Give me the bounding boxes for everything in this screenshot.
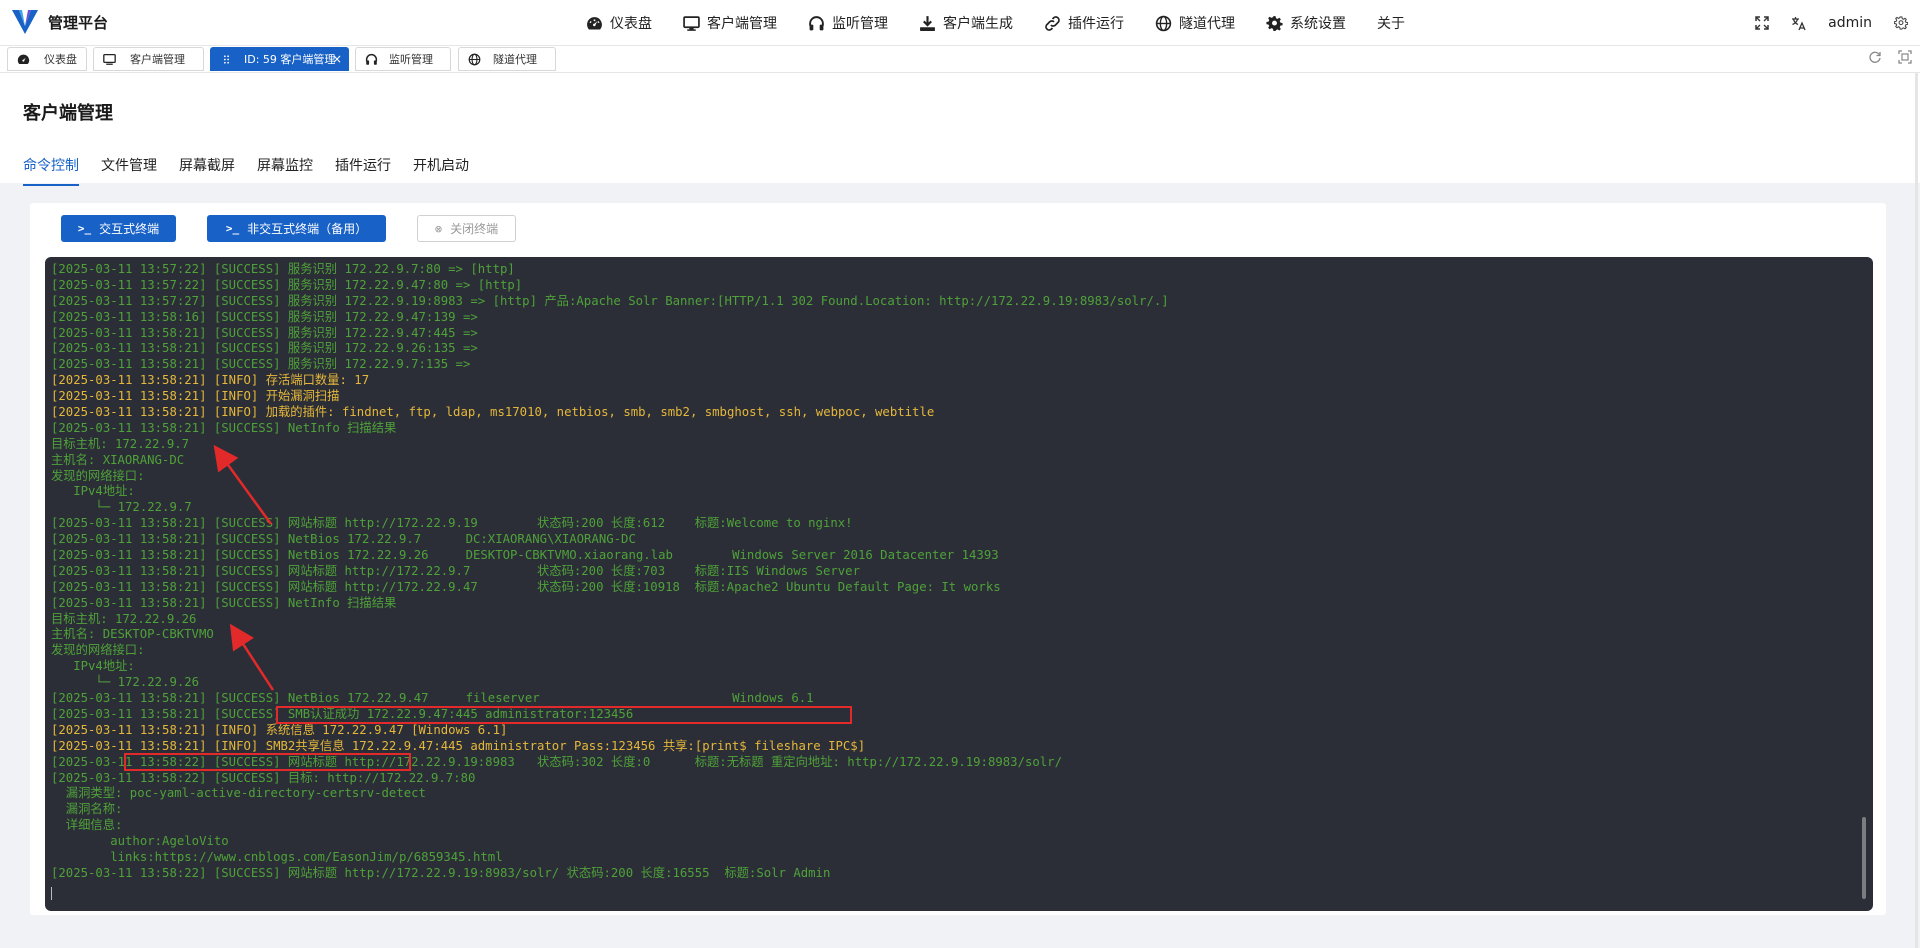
terminal-icon: >_	[225, 222, 240, 235]
terminal-line: 主机名: DESKTOP-CBKTVMO	[51, 627, 214, 642]
subtab-file-management[interactable]: 文件管理	[101, 155, 157, 186]
page-header: 客户端管理 命令控制 文件管理 屏幕截屏 屏幕监控 插件运行 开机启动	[0, 73, 1920, 186]
logo-icon	[12, 10, 38, 34]
terminal-line: 发现的网络接口:	[51, 468, 145, 483]
maximize-icon[interactable]	[1898, 50, 1912, 64]
subtab-plugin-run[interactable]: 插件运行	[335, 155, 391, 186]
monitor-icon	[683, 15, 700, 31]
terminal-line: [2025-03-11 13:58:21] [SUCCESS] NetBios …	[51, 548, 999, 563]
terminal-line: [2025-03-11 13:58:21] [SUCCESS] NetBios …	[51, 691, 814, 706]
terminal-line: [2025-03-11 13:58:21] [SUCCESS] NetInfo …	[51, 420, 397, 435]
tabs-tools	[1852, 50, 1912, 64]
globe-icon	[1155, 15, 1172, 31]
terminal-line: 目标主机: 172.22.9.26	[51, 611, 197, 626]
globe-icon	[468, 53, 481, 65]
download-icon	[920, 15, 935, 31]
nav-listener-management[interactable]: 监听管理	[808, 13, 888, 33]
terminal-line: [2025-03-11 13:58:21] [INFO] 开始漏洞扫描	[51, 389, 340, 404]
nav-client-generate[interactable]: 客户端生成	[919, 13, 1013, 33]
nav-plugin-run[interactable]: 插件运行	[1044, 13, 1124, 33]
app-logo[interactable]: 管理平台	[12, 10, 108, 34]
dashboard-icon	[17, 54, 30, 64]
terminal-line: [2025-03-11 13:58:21] [SUCCESS] 服务识别 172…	[51, 341, 478, 356]
terminal-line: [2025-03-11 13:58:21] [SUCCESS] NetBios …	[51, 532, 636, 547]
terminal-line: [2025-03-11 13:57:22] [SUCCESS] 服务识别 172…	[51, 277, 523, 292]
translate-icon[interactable]	[1791, 16, 1806, 31]
refresh-icon[interactable]	[1868, 50, 1882, 64]
terminal-line: [2025-03-11 13:58:16] [SUCCESS] 服务识别 172…	[51, 309, 478, 324]
interactive-terminal-button[interactable]: >_ 交互式终端	[61, 215, 176, 242]
terminal-line: └─ 172.22.9.7	[51, 500, 192, 515]
tab-client-management[interactable]: 客户端管理	[93, 47, 204, 71]
top-bar: 管理平台 仪表盘 客户端管理 监听管理 客户端生成 插件运行 隧道代理 系统设置…	[0, 0, 1920, 46]
nav-dashboard[interactable]: 仪表盘	[586, 13, 652, 33]
terminal-line: [2025-03-11 13:57:22] [SUCCESS] 服务识别 172…	[51, 262, 515, 276]
terminal-line: [2025-03-11 13:58:22] [SUCCESS] 网站标题 htt…	[51, 865, 831, 880]
tab-dashboard[interactable]: 仪表盘	[7, 47, 87, 71]
fullscreen-icon[interactable]	[1755, 16, 1769, 30]
tabs-bar: 仪表盘 客户端管理 ID: 59 客户端管理 × 监听管理 隧道代理	[0, 46, 1920, 73]
terminal-line: [2025-03-11 13:58:21] [SUCCESS] 网站标题 htt…	[51, 516, 853, 531]
subtab-startup[interactable]: 开机启动	[413, 155, 469, 186]
headphones-icon	[809, 15, 824, 30]
noninteractive-terminal-button[interactable]: >_ 非交互式终端（备用）	[207, 215, 386, 242]
subtab-screen-monitor[interactable]: 屏幕监控	[257, 155, 313, 186]
user-name[interactable]: admin	[1828, 15, 1872, 31]
terminal-line: author:AgeloVito	[51, 834, 229, 849]
terminal-line: IPv4地址:	[51, 659, 135, 674]
terminal-line: [2025-03-11 13:58:21] [INFO] 存活端口数量: 17	[51, 373, 370, 388]
page-title: 客户端管理	[23, 103, 113, 124]
nav-client-management[interactable]: 客户端管理	[683, 13, 777, 33]
close-terminal-button[interactable]: ⊗ 关闭终端	[417, 215, 516, 242]
subtab-screenshot[interactable]: 屏幕截屏	[179, 155, 235, 186]
terminal-line: [2025-03-11 13:57:27] [SUCCESS] 服务识别 172…	[51, 293, 1169, 308]
app-title: 管理平台	[48, 13, 109, 32]
link-icon	[1045, 15, 1060, 31]
terminal-line: [2025-03-11 13:58:21] [SUCCESS] 网站标题 htt…	[51, 579, 1001, 594]
top-nav: 仪表盘 客户端管理 监听管理 客户端生成 插件运行 隧道代理 系统设置 关于	[586, 0, 1436, 46]
nav-about[interactable]: 关于	[1377, 13, 1405, 33]
terminal-icon: >_	[77, 222, 92, 235]
tab-tunnel-proxy[interactable]: 隧道代理	[458, 47, 556, 71]
terminal-line: [2025-03-11 13:58:21] [INFO] 系统信息 172.22…	[51, 722, 508, 737]
terminal-line: 目标主机: 172.22.9.7	[51, 436, 190, 451]
subtab-command-control[interactable]: 命令控制	[23, 155, 79, 186]
terminal-lines: [2025-03-11 13:57:22] [SUCCESS] 服务识别 172…	[51, 262, 1859, 882]
gear-icon	[1266, 15, 1283, 31]
tab-close-button[interactable]: ×	[332, 52, 342, 66]
monitor-icon	[103, 53, 116, 65]
terminal-line: 发现的网络接口:	[51, 643, 145, 658]
settings-gear-icon[interactable]	[1894, 16, 1908, 30]
terminal-line: [2025-03-11 13:58:21] [SUCCESS] 服务识别 172…	[51, 357, 471, 372]
terminal-line: 主机名: XIAORANG-DC	[51, 452, 185, 467]
tab-client-59[interactable]: ID: 59 客户端管理 ×	[210, 47, 349, 71]
nav-system-settings[interactable]: 系统设置	[1266, 13, 1346, 33]
dashboard-icon	[587, 16, 602, 29]
top-right-tools: admin	[1733, 0, 1908, 46]
terminal-output[interactable]: [2025-03-11 13:57:22] [SUCCESS] 服务识别 172…	[45, 257, 1873, 911]
terminal-line: [2025-03-11 13:58:21] [SUCCESS] 服务识别 172…	[51, 325, 478, 340]
terminal-cursor	[51, 887, 52, 900]
terminal-line: └─ 172.22.9.26	[51, 675, 200, 690]
terminal-line: 漏洞类型: poc-yaml-active-directory-certsrv-…	[51, 786, 426, 801]
page-scrollbar[interactable]	[1915, 73, 1918, 948]
close-circle-icon: ⊗	[434, 221, 443, 236]
drag-icon	[223, 54, 230, 64]
tab-listener-management[interactable]: 监听管理	[355, 47, 451, 71]
terminal-line: [2025-03-11 13:58:21] [SUCCESS] 网站标题 htt…	[51, 563, 860, 578]
terminal-line: 漏洞名称:	[51, 802, 123, 817]
terminal-line: IPv4地址:	[51, 484, 135, 499]
sub-tabs: 命令控制 文件管理 屏幕截屏 屏幕监控 插件运行 开机启动	[23, 155, 491, 186]
terminal-line: 详细信息:	[51, 818, 123, 833]
annotation-box-smb2	[276, 706, 852, 724]
terminal-line: [2025-03-11 13:58:22] [SUCCESS] 目标: http…	[51, 770, 476, 785]
headphones-icon	[365, 53, 378, 65]
terminal-line: links:https://www.cnblogs.com/EasonJim/p…	[51, 849, 503, 864]
terminal-line: [2025-03-11 13:58:21] [SUCCESS] NetInfo …	[51, 595, 397, 610]
nav-tunnel-proxy[interactable]: 隧道代理	[1155, 13, 1235, 33]
terminal-line: [2025-03-11 13:58:21] [INFO] 加载的插件: find…	[51, 405, 935, 420]
annotation-box-vuln-type	[124, 753, 411, 771]
terminal-scrollbar[interactable]	[1862, 817, 1866, 899]
terminal-card: >_ 交互式终端 >_ 非交互式终端（备用） ⊗ 关闭终端 [2025-03-1…	[30, 203, 1886, 915]
